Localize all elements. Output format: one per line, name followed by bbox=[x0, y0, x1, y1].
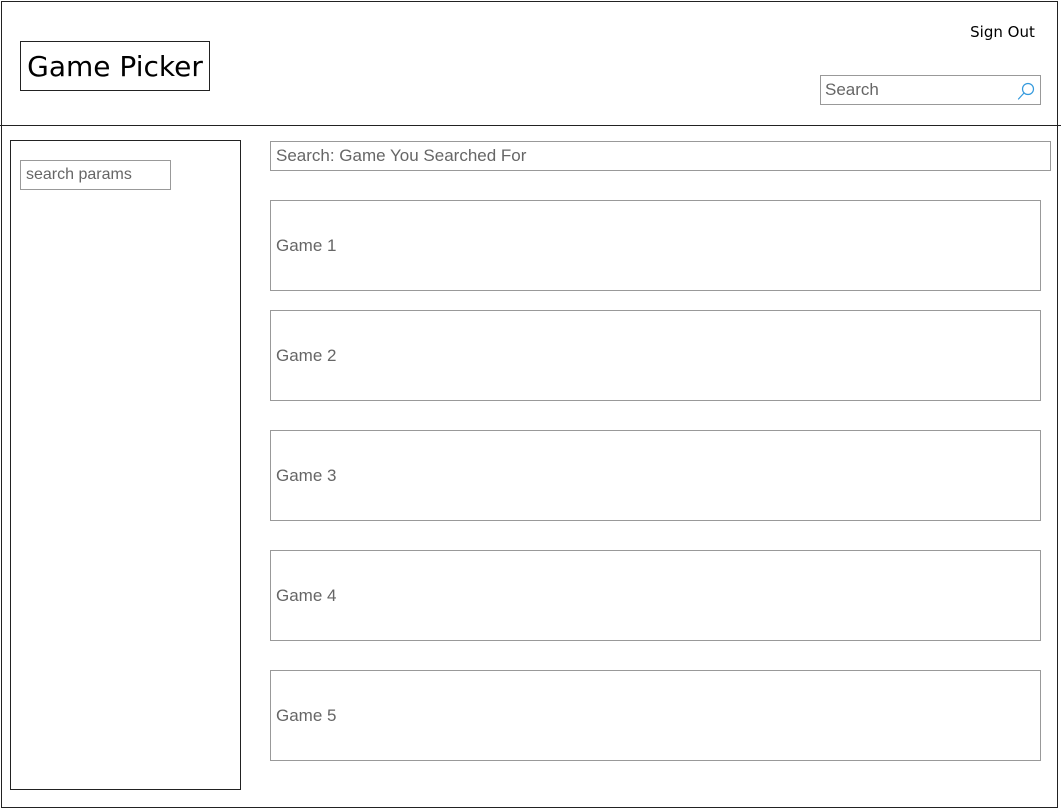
game-result-card[interactable]: Game 2 bbox=[270, 310, 1041, 401]
game-result-card[interactable]: Game 1 bbox=[270, 200, 1041, 291]
sidebar-panel bbox=[10, 140, 241, 790]
app-logo[interactable]: Game Picker bbox=[20, 41, 210, 91]
header-divider bbox=[0, 125, 1061, 126]
search-box[interactable] bbox=[820, 75, 1041, 105]
game-result-card[interactable]: Game 3 bbox=[270, 430, 1041, 521]
search-input[interactable] bbox=[821, 77, 1010, 103]
game-result-card[interactable]: Game 5 bbox=[270, 670, 1041, 761]
sign-out-link[interactable]: Sign Out bbox=[960, 22, 1045, 42]
search-params-field[interactable]: search params bbox=[20, 160, 171, 190]
game-result-card[interactable]: Game 4 bbox=[270, 550, 1041, 641]
search-icon[interactable] bbox=[1016, 81, 1036, 101]
search-query-header: Search: Game You Searched For bbox=[270, 141, 1051, 171]
